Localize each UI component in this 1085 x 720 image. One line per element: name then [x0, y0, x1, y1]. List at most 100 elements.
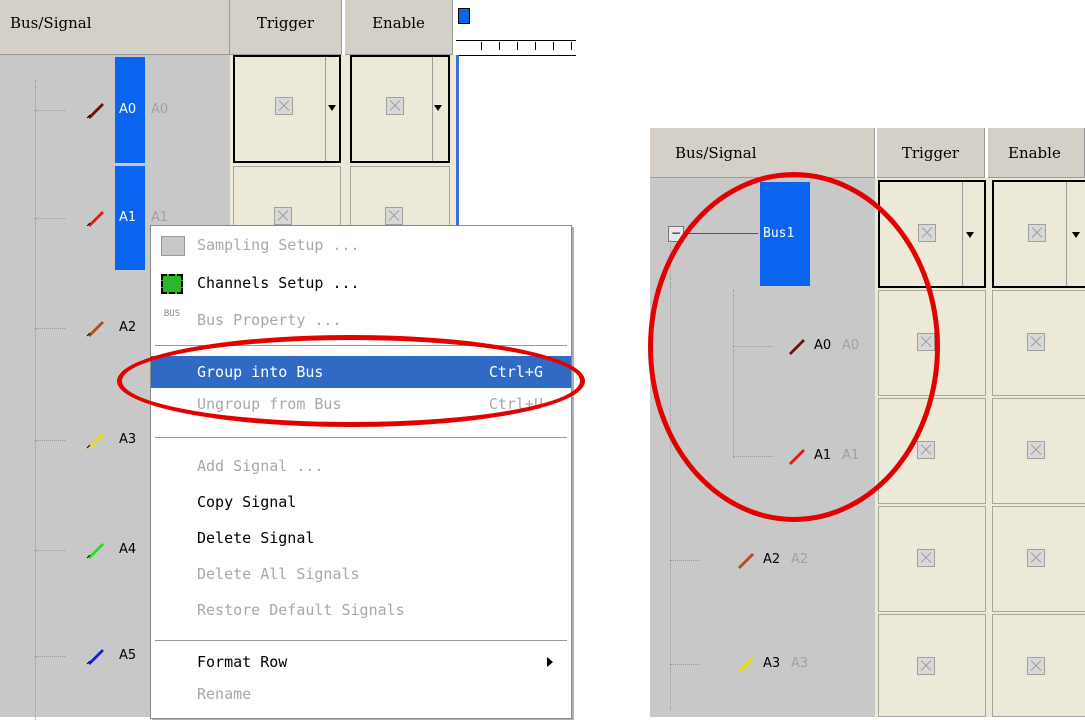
bus-property-icon: BUS — [161, 309, 183, 331]
signal-name: A3 — [119, 432, 137, 447]
header-label: Bus/Signal — [675, 144, 757, 162]
menu-item-label: Rename — [197, 685, 252, 703]
trigger-cell[interactable] — [878, 506, 986, 612]
signal-alias: A3 — [791, 656, 809, 671]
header-label: Enable — [372, 14, 425, 32]
context-menu: Sampling Setup ... Channels Setup ... BU… — [150, 225, 572, 719]
menu-item-label: Bus Property ... — [197, 311, 342, 329]
trigger-cell[interactable] — [878, 614, 986, 717]
dropdown-arrow-icon[interactable] — [1072, 232, 1080, 238]
menu-item-label: Add Signal ... — [197, 457, 324, 475]
enable-x-icon — [1027, 441, 1045, 459]
menu-item-delete-all-signals[interactable]: Delete All Signals — [151, 560, 571, 588]
signal-alias: A0 — [151, 102, 169, 117]
left-header-trigger[interactable]: Trigger — [230, 0, 342, 55]
enable-x-icon — [386, 97, 404, 115]
enable-x-icon — [1028, 224, 1046, 242]
probe-icon — [86, 543, 104, 559]
signal-name: A2 — [763, 552, 781, 567]
left-header-enable[interactable]: Enable — [345, 0, 453, 55]
trigger-x-icon — [917, 549, 935, 567]
bus-icon-text: BUS — [163, 309, 181, 319]
probe-icon — [86, 433, 104, 449]
trigger-cell[interactable] — [233, 55, 341, 163]
timeline-marker[interactable] — [458, 8, 470, 24]
menu-item-restore-default-signals[interactable]: Restore Default Signals — [151, 596, 571, 624]
signal-name: A5 — [119, 648, 137, 663]
menu-item-copy-signal[interactable]: Copy Signal — [151, 488, 571, 516]
annotation-ellipse — [117, 335, 585, 427]
menu-item-label: Channels Setup ... — [197, 274, 360, 292]
header-label: Trigger — [256, 14, 315, 32]
menu-item-label: Delete Signal — [197, 529, 315, 547]
enable-cell[interactable] — [992, 180, 1085, 288]
dropdown-arrow-icon[interactable] — [434, 105, 442, 111]
menu-item-label: Copy Signal — [197, 493, 297, 511]
signal-name: A4 — [119, 542, 137, 557]
tree-line — [35, 328, 65, 329]
right-header-bus-signal[interactable]: Bus/Signal — [650, 128, 875, 178]
submenu-arrow-icon — [547, 657, 553, 667]
menu-item-label: Restore Default Signals — [197, 601, 405, 619]
probe-icon — [86, 103, 104, 119]
trigger-x-icon — [274, 207, 292, 225]
annotation-ellipse — [648, 172, 940, 522]
signal-name: A3 — [763, 656, 781, 671]
menu-item-bus-property[interactable]: BUS Bus Property ... — [151, 306, 571, 334]
enable-x-icon — [1027, 333, 1045, 351]
probe-icon — [86, 211, 104, 227]
menu-item-delete-signal[interactable]: Delete Signal — [151, 524, 571, 552]
enable-cell[interactable] — [350, 166, 450, 226]
probe-icon — [86, 649, 104, 665]
menu-item-channels-setup[interactable]: Channels Setup ... — [151, 269, 571, 297]
channels-setup-icon — [161, 274, 183, 294]
menu-separator — [155, 437, 567, 438]
enable-x-icon — [385, 207, 403, 225]
menu-item-add-signal[interactable]: Add Signal ... — [151, 452, 571, 480]
tree-line — [35, 110, 65, 111]
header-label: Enable — [1008, 144, 1061, 162]
enable-cell[interactable] — [992, 398, 1085, 504]
menu-item-format-row[interactable]: Format Row — [151, 648, 571, 676]
enable-cell[interactable] — [992, 290, 1085, 396]
signal-alias: A2 — [791, 552, 809, 567]
enable-cell[interactable] — [992, 506, 1085, 612]
left-header-bus-signal[interactable]: Bus/Signal — [0, 0, 230, 55]
probe-icon — [738, 553, 754, 569]
tree-line — [35, 550, 65, 551]
probe-icon — [738, 657, 754, 673]
enable-cell[interactable] — [992, 614, 1085, 717]
signal-row-a0[interactable]: A0 A0 — [85, 100, 225, 120]
trigger-x-icon — [918, 224, 936, 242]
right-header-trigger[interactable]: Trigger — [877, 128, 985, 178]
tree-line — [35, 656, 65, 657]
tree-line — [35, 440, 65, 441]
tree-line — [35, 80, 36, 720]
tree-line — [670, 560, 700, 561]
menu-item-sampling-setup[interactable]: Sampling Setup ... — [151, 231, 571, 259]
header-label: Bus/Signal — [10, 14, 92, 32]
signal-alias: A1 — [151, 210, 169, 225]
enable-cell[interactable] — [350, 55, 450, 163]
signal-name: A1 — [119, 210, 137, 225]
dropdown-arrow-icon[interactable] — [966, 232, 974, 238]
menu-item-rename[interactable]: Rename — [151, 680, 571, 708]
sampling-setup-icon — [161, 236, 185, 256]
menu-item-label: Sampling Setup ... — [197, 236, 360, 254]
right-header-enable[interactable]: Enable — [988, 128, 1085, 178]
dropdown-arrow-icon[interactable] — [328, 105, 336, 111]
trigger-cell[interactable] — [233, 166, 341, 226]
timeline-ruler — [456, 0, 576, 56]
signal-name: A0 — [119, 102, 137, 117]
enable-x-icon — [1027, 657, 1045, 675]
tree-line — [35, 218, 65, 219]
trigger-x-icon — [917, 441, 935, 459]
menu-item-label: Format Row — [197, 653, 288, 671]
header-label: Trigger — [901, 144, 960, 162]
trigger-x-icon — [917, 657, 935, 675]
tree-line — [670, 664, 700, 665]
signal-row-a2[interactable]: A2 A2 — [735, 550, 865, 570]
trigger-x-icon — [275, 97, 293, 115]
probe-icon — [86, 321, 104, 337]
signal-row-a3[interactable]: A3 A3 — [735, 654, 865, 674]
